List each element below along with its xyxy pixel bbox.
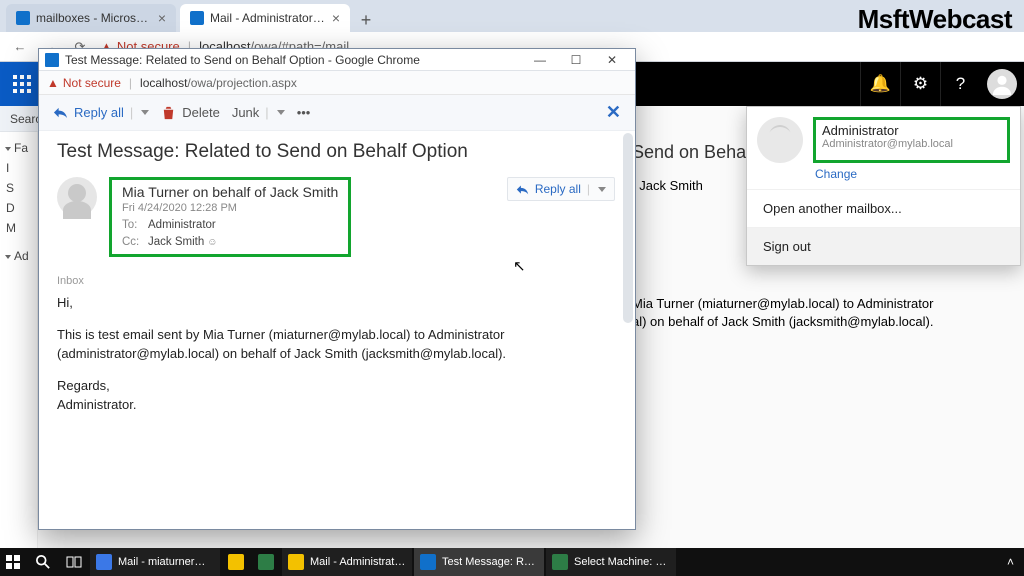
browser-tab[interactable]: Mail - Administrator@mylab.loca × <box>180 4 350 32</box>
profile-identity-box: Administrator Administrator@mylab.local <box>813 117 1010 163</box>
settings-button[interactable]: ⚙ <box>900 62 940 106</box>
folder-item[interactable]: D <box>0 198 37 218</box>
tray-chevron-icon[interactable]: ˄ <box>1007 555 1014 569</box>
reply-all-dropdown[interactable]: Reply all | <box>507 177 615 201</box>
new-tab-button[interactable]: + <box>354 8 378 32</box>
message-toolbar: Reply all| Delete Junk| ••• ✕ <box>39 95 635 131</box>
junk-button[interactable]: Junk| <box>232 105 285 120</box>
outlook-icon <box>45 53 59 67</box>
taskbar-app[interactable] <box>252 548 280 576</box>
close-window-button[interactable]: ✕ <box>595 50 629 70</box>
sender-line: Mia Turner on behalf of Jack Smith <box>122 184 338 200</box>
sender-info-box: Mia Turner on behalf of Jack Smith Fri 4… <box>109 177 351 257</box>
avatar-icon <box>987 69 1017 99</box>
maximize-button[interactable]: ☐ <box>559 50 593 70</box>
taskbar-app[interactable] <box>222 548 250 576</box>
trash-icon <box>161 105 176 120</box>
task-view-button[interactable] <box>60 548 88 576</box>
folder-item[interactable]: S <box>0 178 37 198</box>
back-button[interactable]: ← <box>10 37 30 57</box>
search-input[interactable]: Searc <box>0 106 40 132</box>
open-another-mailbox-item[interactable]: Open another mailbox... <box>747 189 1020 227</box>
taskbar-app[interactable]: Test Message: Relat... <box>414 548 544 576</box>
taskbar-app[interactable]: Select Machine: WS... <box>546 548 676 576</box>
popup-address-bar[interactable]: ▲ Not secure | localhost/owa/projection.… <box>39 71 635 95</box>
taskbar-app[interactable]: Mail - Administrato... <box>282 548 412 576</box>
start-button[interactable] <box>0 548 28 576</box>
bg-body-line: Mia Turner (miaturner@mylab.local) to Ad… <box>632 295 1014 313</box>
help-button[interactable]: ? <box>940 62 980 106</box>
more-actions-button[interactable]: ••• <box>297 105 311 120</box>
browser-tab[interactable]: mailboxes - Microsoft Exchange × <box>6 4 176 32</box>
avatar <box>757 117 803 163</box>
message-popup-window: Test Message: Related to Send on Behalf … <box>38 48 636 530</box>
sent-date: Fri 4/24/2020 12:28 PM <box>122 202 338 214</box>
reply-all-button[interactable]: Reply all| <box>53 105 149 120</box>
reply-all-icon <box>53 105 68 120</box>
folder-item[interactable]: M <box>0 218 37 238</box>
notifications-button[interactable]: 🔔 <box>860 62 900 106</box>
scrollbar[interactable] <box>623 133 633 323</box>
folder-label: Inbox <box>57 275 615 287</box>
watermark: MsftWebcast <box>858 4 1012 35</box>
message-body: Hi, This is test email sent by Mia Turne… <box>57 293 615 415</box>
help-icon: ? <box>956 74 965 94</box>
cc-line: Cc:Jack Smith☺ <box>122 236 338 248</box>
sign-out-item[interactable]: Sign out <box>747 227 1020 265</box>
popup-title: Test Message: Related to Send on Behalf … <box>65 53 517 67</box>
chevron-down-icon[interactable] <box>598 187 606 192</box>
tab-title: mailboxes - Microsoft Exchange <box>36 11 152 25</box>
chevron-down-icon[interactable] <box>277 110 285 115</box>
message-subject: Test Message: Related to Send on Behalf … <box>57 141 615 163</box>
tab-title: Mail - Administrator@mylab.loca <box>210 11 326 25</box>
reply-all-icon <box>516 183 529 196</box>
profile-menu: Administrator Administrator@mylab.local … <box>746 106 1021 266</box>
close-icon[interactable]: × <box>158 10 166 26</box>
folder-item-mailbox[interactable]: Ad <box>0 246 37 266</box>
tab-favicon <box>16 11 30 25</box>
close-icon[interactable]: × <box>332 10 340 26</box>
folder-item[interactable]: I <box>0 158 37 178</box>
bell-icon: 🔔 <box>870 74 891 94</box>
profile-button[interactable] <box>980 62 1024 106</box>
tab-favicon <box>190 11 204 25</box>
profile-email: Administrator@mylab.local <box>822 138 1001 150</box>
minimize-button[interactable]: — <box>523 50 557 70</box>
bg-body-line: al) on behalf of Jack Smith (jacksmith@m… <box>632 313 1014 331</box>
not-secure-badge[interactable]: ▲ Not secure <box>47 76 121 90</box>
change-link[interactable]: Change <box>747 167 1020 189</box>
popup-titlebar[interactable]: Test Message: Related to Send on Behalf … <box>39 49 635 71</box>
taskbar-app[interactable]: Mail - miaturner@... <box>90 548 220 576</box>
to-line: To:Administrator <box>122 219 338 231</box>
profile-name: Administrator <box>822 123 1001 138</box>
close-message-button[interactable]: ✕ <box>606 102 621 123</box>
gear-icon: ⚙ <box>913 74 928 94</box>
delete-button[interactable]: Delete <box>161 105 220 120</box>
folder-item-favorites[interactable]: Fa <box>0 138 37 158</box>
sender-avatar <box>57 177 97 217</box>
search-button[interactable] <box>30 548 58 576</box>
folder-pane: Fa I S D M Ad <box>0 132 38 548</box>
windows-taskbar: Mail - miaturner@... Mail - Administrato… <box>0 548 1024 576</box>
chevron-down-icon[interactable] <box>141 110 149 115</box>
system-tray[interactable]: ˄ <box>997 555 1024 569</box>
